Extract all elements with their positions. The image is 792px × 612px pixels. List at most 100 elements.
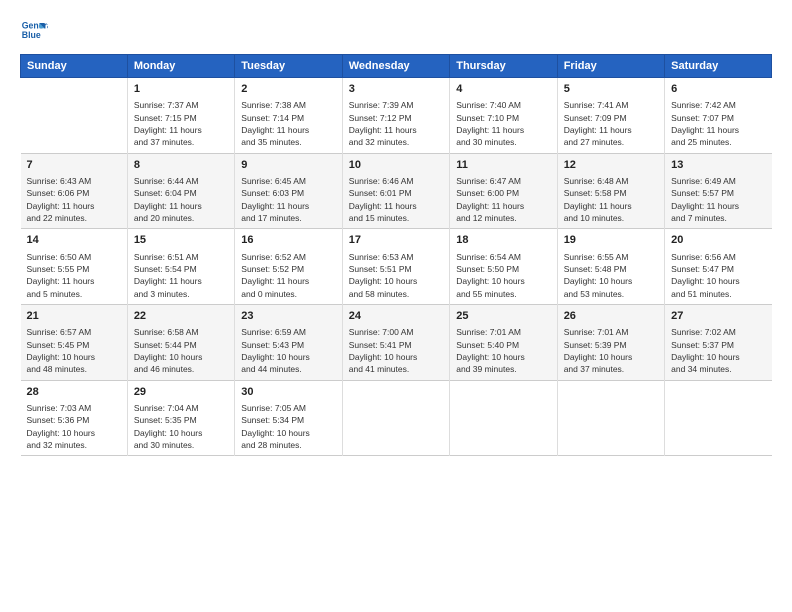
day-number: 29	[134, 385, 228, 400]
calendar-cell: 15 Sunrise: 6:51 AM Sunset: 5:54 PM Dayli…	[127, 229, 234, 305]
week-row-5: 28 Sunrise: 7:03 AM Sunset: 5:36 PM Dayli…	[21, 380, 772, 456]
day-number: 28	[27, 385, 121, 400]
cell-info: Sunrise: 7:01 AM Sunset: 5:39 PM Dayligh…	[564, 326, 658, 375]
logo-icon: General Blue	[20, 16, 48, 44]
calendar-cell: 23 Sunrise: 6:59 AM Sunset: 5:43 PM Dayli…	[235, 304, 342, 380]
cell-info: Sunrise: 7:39 AM Sunset: 7:12 PM Dayligh…	[349, 99, 443, 148]
cell-info: Sunrise: 6:48 AM Sunset: 5:58 PM Dayligh…	[564, 175, 658, 224]
cell-info: Sunrise: 7:01 AM Sunset: 5:40 PM Dayligh…	[456, 326, 550, 375]
calendar-cell	[450, 380, 557, 456]
cell-info: Sunrise: 6:56 AM Sunset: 5:47 PM Dayligh…	[671, 251, 765, 300]
calendar-cell: 25 Sunrise: 7:01 AM Sunset: 5:40 PM Dayli…	[450, 304, 557, 380]
cell-info: Sunrise: 7:37 AM Sunset: 7:15 PM Dayligh…	[134, 99, 228, 148]
col-header-sunday: Sunday	[21, 55, 128, 78]
cell-info: Sunrise: 7:05 AM Sunset: 5:34 PM Dayligh…	[241, 402, 335, 451]
calendar-cell: 17 Sunrise: 6:53 AM Sunset: 5:51 PM Dayli…	[342, 229, 449, 305]
day-number: 16	[241, 233, 335, 248]
calendar-cell: 8 Sunrise: 6:44 AM Sunset: 6:04 PM Daylig…	[127, 153, 234, 229]
calendar-cell: 12 Sunrise: 6:48 AM Sunset: 5:58 PM Dayli…	[557, 153, 664, 229]
calendar-cell: 3 Sunrise: 7:39 AM Sunset: 7:12 PM Daylig…	[342, 78, 449, 154]
calendar-cell: 5Sunrise: 7:41 AM Sunset: 7:09 PM Daylig…	[557, 78, 664, 154]
day-number: 23	[241, 309, 335, 324]
calendar-cell: 28 Sunrise: 7:03 AM Sunset: 5:36 PM Dayli…	[21, 380, 128, 456]
day-number: 6	[671, 82, 765, 97]
day-number: 20	[671, 233, 765, 248]
calendar-cell	[557, 380, 664, 456]
calendar-table: SundayMondayTuesdayWednesdayThursdayFrid…	[20, 54, 772, 456]
cell-info: Sunrise: 6:43 AM Sunset: 6:06 PM Dayligh…	[27, 175, 121, 224]
calendar-cell: 11 Sunrise: 6:47 AM Sunset: 6:00 PM Dayli…	[450, 153, 557, 229]
day-number: 30	[241, 385, 335, 400]
calendar-cell	[665, 380, 772, 456]
cell-info: Sunrise: 6:46 AM Sunset: 6:01 PM Dayligh…	[349, 175, 443, 224]
cell-info: Sunrise: 6:51 AM Sunset: 5:54 PM Dayligh…	[134, 251, 228, 300]
week-row-1: 1 Sunrise: 7:37 AM Sunset: 7:15 PM Daylig…	[21, 78, 772, 154]
day-number: 13	[671, 158, 765, 173]
calendar-cell: 10 Sunrise: 6:46 AM Sunset: 6:01 PM Dayli…	[342, 153, 449, 229]
cell-info: Sunrise: 7:03 AM Sunset: 5:36 PM Dayligh…	[27, 402, 121, 451]
cell-info: Sunrise: 6:44 AM Sunset: 6:04 PM Dayligh…	[134, 175, 228, 224]
calendar-cell: 9 Sunrise: 6:45 AM Sunset: 6:03 PM Daylig…	[235, 153, 342, 229]
day-number: 24	[349, 309, 443, 324]
calendar-cell: 7 Sunrise: 6:43 AM Sunset: 6:06 PM Daylig…	[21, 153, 128, 229]
day-number: 10	[349, 158, 443, 173]
day-number: 18	[456, 233, 550, 248]
day-number: 27	[671, 309, 765, 324]
calendar-cell: 18 Sunrise: 6:54 AM Sunset: 5:50 PM Dayli…	[450, 229, 557, 305]
cell-info: Sunrise: 6:59 AM Sunset: 5:43 PM Dayligh…	[241, 326, 335, 375]
day-number: 17	[349, 233, 443, 248]
day-number: 7	[27, 158, 121, 173]
header: General Blue	[20, 16, 772, 44]
calendar-cell: 13Sunrise: 6:49 AM Sunset: 5:57 PM Dayli…	[665, 153, 772, 229]
cell-info: Sunrise: 6:54 AM Sunset: 5:50 PM Dayligh…	[456, 251, 550, 300]
day-number: 14	[27, 233, 121, 248]
calendar-cell: 21Sunrise: 6:57 AM Sunset: 5:45 PM Dayli…	[21, 304, 128, 380]
day-number: 19	[564, 233, 658, 248]
cell-info: Sunrise: 6:55 AM Sunset: 5:48 PM Dayligh…	[564, 251, 658, 300]
calendar-cell: 6 Sunrise: 7:42 AM Sunset: 7:07 PM Daylig…	[665, 78, 772, 154]
day-number: 26	[564, 309, 658, 324]
day-number: 22	[134, 309, 228, 324]
day-number: 3	[349, 82, 443, 97]
calendar-cell: 22 Sunrise: 6:58 AM Sunset: 5:44 PM Dayli…	[127, 304, 234, 380]
cell-info: Sunrise: 6:57 AM Sunset: 5:45 PM Dayligh…	[27, 326, 121, 375]
col-header-tuesday: Tuesday	[235, 55, 342, 78]
col-header-friday: Friday	[557, 55, 664, 78]
day-number: 12	[564, 158, 658, 173]
cell-info: Sunrise: 6:53 AM Sunset: 5:51 PM Dayligh…	[349, 251, 443, 300]
day-number: 11	[456, 158, 550, 173]
calendar-cell: 20 Sunrise: 6:56 AM Sunset: 5:47 PM Dayli…	[665, 229, 772, 305]
logo: General Blue	[20, 16, 50, 44]
cell-info: Sunrise: 7:40 AM Sunset: 7:10 PM Dayligh…	[456, 99, 550, 148]
day-number: 9	[241, 158, 335, 173]
day-number: 1	[134, 82, 228, 97]
cell-info: Sunrise: 6:45 AM Sunset: 6:03 PM Dayligh…	[241, 175, 335, 224]
calendar-cell	[21, 78, 128, 154]
cell-info: Sunrise: 7:00 AM Sunset: 5:41 PM Dayligh…	[349, 326, 443, 375]
calendar-cell: 2 Sunrise: 7:38 AM Sunset: 7:14 PM Daylig…	[235, 78, 342, 154]
calendar-cell: 16Sunrise: 6:52 AM Sunset: 5:52 PM Dayli…	[235, 229, 342, 305]
page: General Blue SundayMondayTuesdayWednesda…	[0, 0, 792, 612]
cell-info: Sunrise: 6:50 AM Sunset: 5:55 PM Dayligh…	[27, 251, 121, 300]
cell-info: Sunrise: 6:47 AM Sunset: 6:00 PM Dayligh…	[456, 175, 550, 224]
cell-info: Sunrise: 7:41 AM Sunset: 7:09 PM Dayligh…	[564, 99, 658, 148]
calendar-cell: 30 Sunrise: 7:05 AM Sunset: 5:34 PM Dayli…	[235, 380, 342, 456]
col-header-thursday: Thursday	[450, 55, 557, 78]
week-row-3: 14 Sunrise: 6:50 AM Sunset: 5:55 PM Dayli…	[21, 229, 772, 305]
week-row-2: 7 Sunrise: 6:43 AM Sunset: 6:06 PM Daylig…	[21, 153, 772, 229]
cell-info: Sunrise: 6:58 AM Sunset: 5:44 PM Dayligh…	[134, 326, 228, 375]
day-number: 8	[134, 158, 228, 173]
day-number: 15	[134, 233, 228, 248]
cell-info: Sunrise: 7:38 AM Sunset: 7:14 PM Dayligh…	[241, 99, 335, 148]
day-number: 25	[456, 309, 550, 324]
calendar-cell: 19 Sunrise: 6:55 AM Sunset: 5:48 PM Dayli…	[557, 229, 664, 305]
week-row-4: 21Sunrise: 6:57 AM Sunset: 5:45 PM Dayli…	[21, 304, 772, 380]
col-header-monday: Monday	[127, 55, 234, 78]
cell-info: Sunrise: 7:02 AM Sunset: 5:37 PM Dayligh…	[671, 326, 765, 375]
cell-info: Sunrise: 7:42 AM Sunset: 7:07 PM Dayligh…	[671, 99, 765, 148]
calendar-cell: 29 Sunrise: 7:04 AM Sunset: 5:35 PM Dayli…	[127, 380, 234, 456]
day-number: 2	[241, 82, 335, 97]
calendar-cell: 1 Sunrise: 7:37 AM Sunset: 7:15 PM Daylig…	[127, 78, 234, 154]
cell-info: Sunrise: 7:04 AM Sunset: 5:35 PM Dayligh…	[134, 402, 228, 451]
calendar-cell: 26 Sunrise: 7:01 AM Sunset: 5:39 PM Dayli…	[557, 304, 664, 380]
